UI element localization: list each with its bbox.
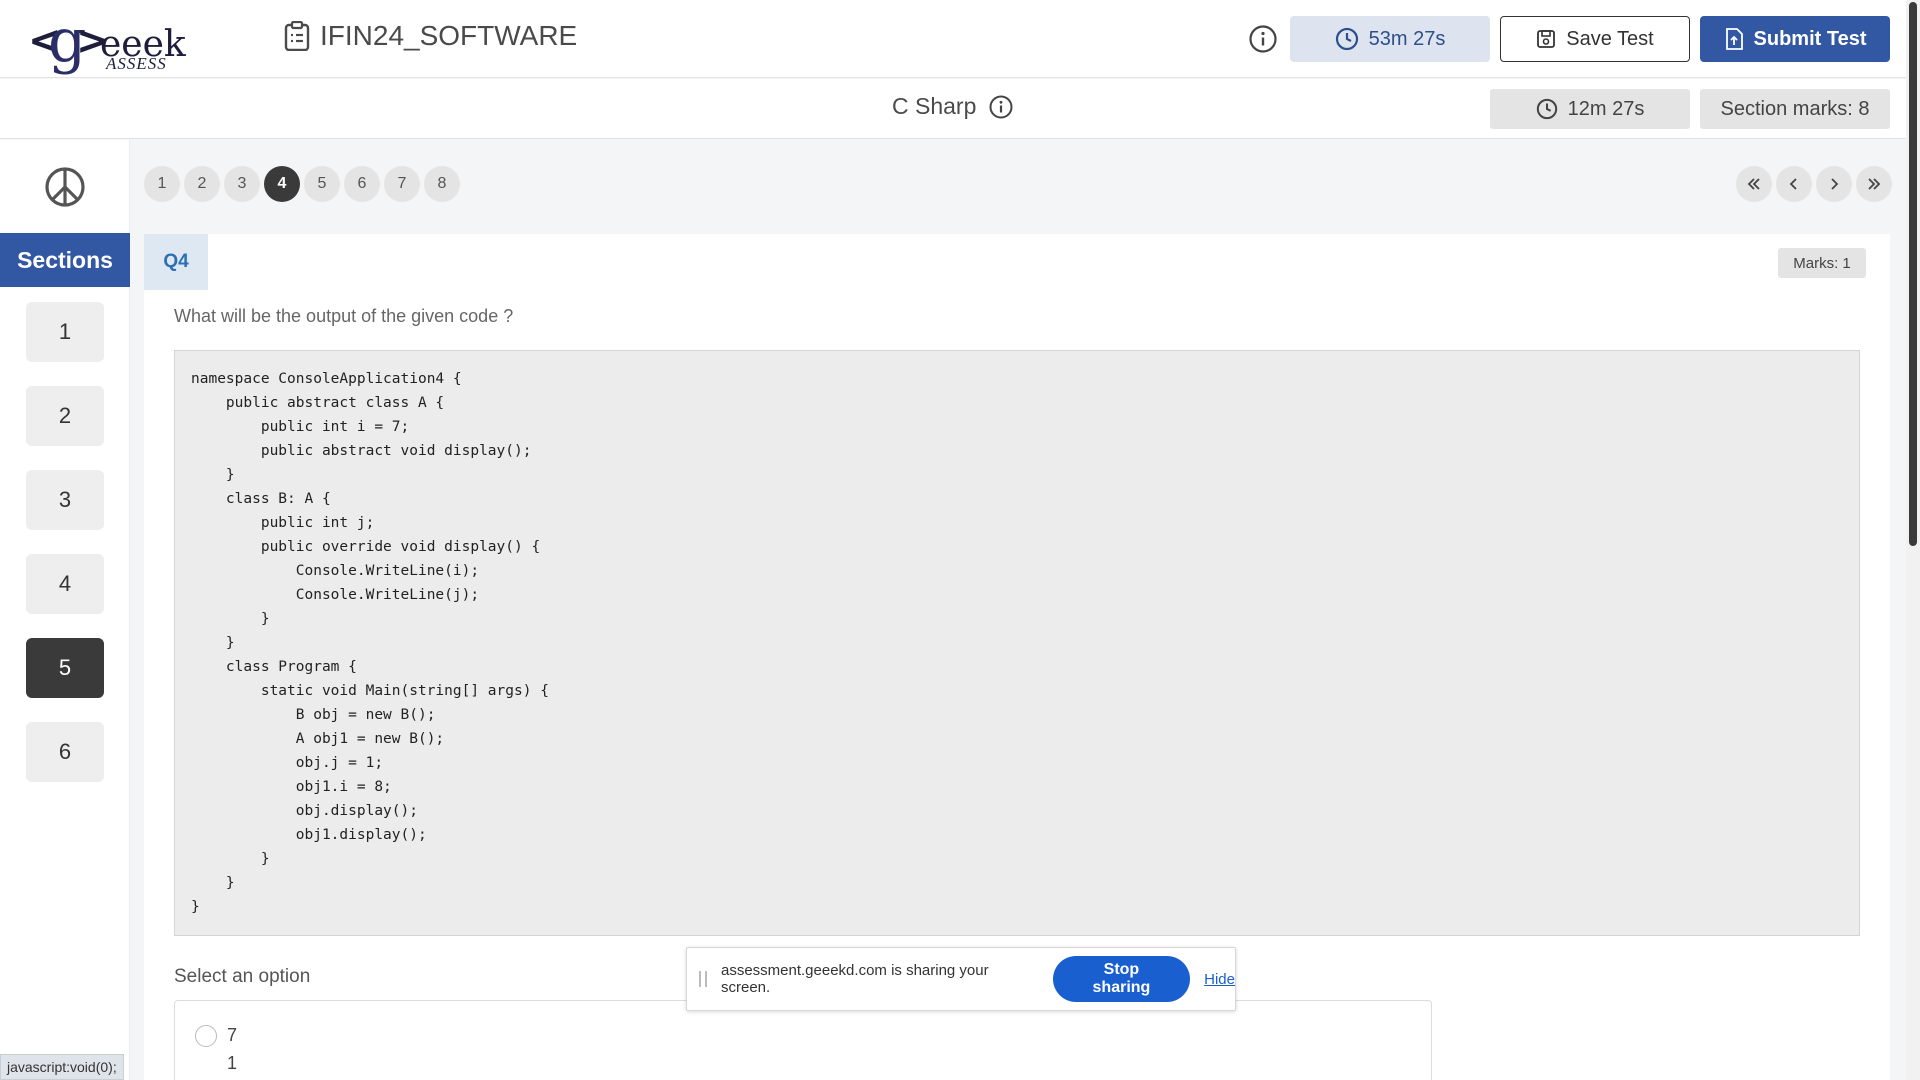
clock-icon [1536,98,1557,120]
hide-link[interactable]: Hide [1204,971,1235,988]
clock-icon [1335,27,1358,51]
question-number-2[interactable]: 2 [184,166,220,202]
test-title: IFIN24_SOFTWARE [284,20,577,52]
section-title: C Sharp [892,93,1014,120]
test-timer: 53m 27s [1290,16,1490,62]
chevron-right-icon [1831,178,1839,190]
question-number-5[interactable]: 5 [304,166,340,202]
question-tag: Q4 [144,234,208,290]
option-1-text-line-1: 7 [227,1025,238,1045]
question-number-3[interactable]: 3 [224,166,260,202]
previous-question-button[interactable] [1776,166,1812,202]
double-chevron-left-icon [1747,178,1760,190]
stop-sharing-button[interactable]: Stop sharing [1052,956,1191,1002]
sections-sidebar: Sections 1 2 3 4 5 6 [0,140,130,1080]
screen-sharing-banner: assessment.geeekd.com is sharing your sc… [686,947,1236,1011]
question-number-7[interactable]: 7 [384,166,420,202]
section-item-3[interactable]: 3 [26,470,104,530]
question-pager [1736,166,1892,202]
question-marks-badge: Marks: 1 [1778,248,1866,278]
submit-test-button[interactable]: Submit Test [1700,16,1890,62]
last-question-button[interactable] [1856,166,1892,202]
geeek-assess-logo[interactable]: < g > eeek ASSESS [28,6,198,76]
section-item-5[interactable]: 5 [26,638,104,698]
scrollbar-thumb[interactable] [1909,2,1917,546]
test-timer-value: 53m 27s [1368,27,1446,50]
section-item-6[interactable]: 6 [26,722,104,782]
drag-handle-icon[interactable] [699,971,707,987]
status-bar-url: javascript:void(0); [0,1054,124,1080]
question-number-6[interactable]: 6 [344,166,380,202]
section-marks: Section marks: 8 [1700,89,1890,129]
first-question-button[interactable] [1736,166,1772,202]
question-number-8[interactable]: 8 [424,166,460,202]
section-timer-value: 12m 27s [1567,97,1645,120]
section-item-4[interactable]: 4 [26,554,104,614]
test-title-text: IFIN24_SOFTWARE [320,20,578,51]
save-test-label: Save Test [1566,27,1654,50]
question-number-nav: 1 2 3 4 5 6 7 8 [144,166,460,202]
section-timer: 12m 27s [1490,89,1690,129]
sharing-message: assessment.geeekd.com is sharing your sc… [720,962,989,996]
logo-assess: ASSESS [106,54,167,73]
peace-icon[interactable] [44,166,86,208]
section-item-2[interactable]: 2 [26,386,104,446]
clipboard-icon [284,21,310,51]
option-1[interactable]: 7 1 [174,1000,1432,1080]
sections-label: Sections [0,233,130,287]
chevron-left-icon [1789,178,1797,190]
section-item-1[interactable]: 1 [26,302,104,362]
code-block: namespace ConsoleApplication4 { public a… [174,350,1860,936]
submit-test-label: Submit Test [1753,27,1867,50]
next-question-button[interactable] [1816,166,1852,202]
question-number-4[interactable]: 4 [264,166,300,202]
section-bar: C Sharp 12m 27s Section marks: 8 [0,79,1920,139]
select-option-label: Select an option [174,966,311,987]
question-number-1[interactable]: 1 [144,166,180,202]
file-upload-icon [1725,28,1743,50]
option-1-radio[interactable] [195,1025,217,1047]
save-test-button[interactable]: Save Test [1500,16,1690,62]
top-header: < g > eeek ASSESS IFIN24_SOFTWARE 53m 27… [0,0,1920,78]
info-icon[interactable] [1248,24,1278,54]
option-1-text-line-2: 1 [227,1053,238,1073]
question-text: What will be the output of the given cod… [174,306,514,326]
double-chevron-right-icon [1868,178,1881,190]
save-icon [1537,30,1556,48]
section-name-text: C Sharp [892,93,977,119]
section-info-icon[interactable] [988,94,1014,120]
page-scrollbar[interactable] [1906,0,1920,1080]
